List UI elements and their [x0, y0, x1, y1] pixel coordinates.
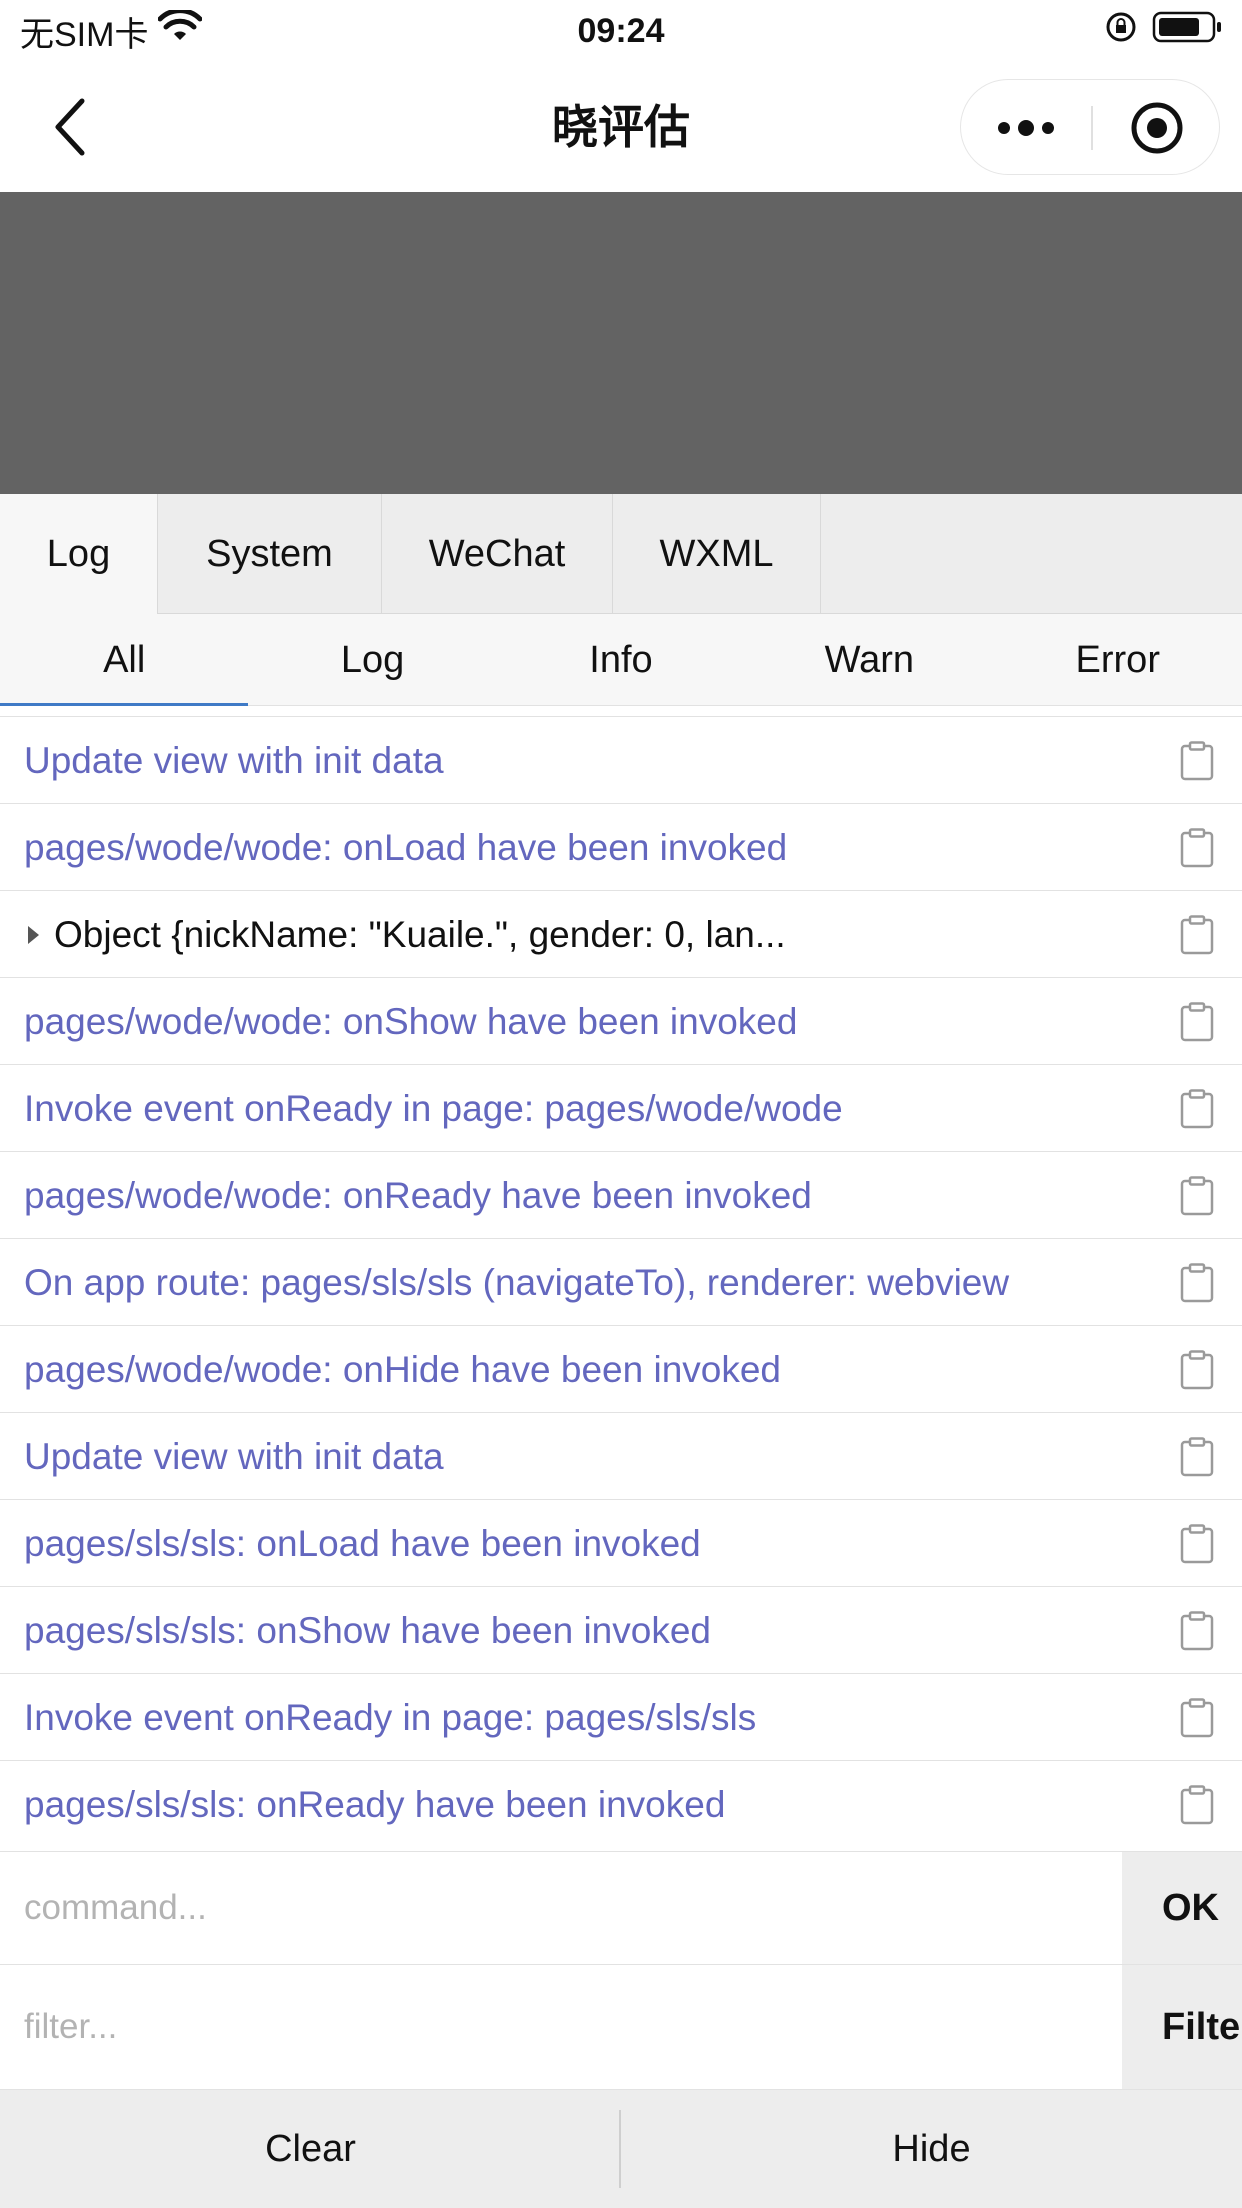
clipboard-icon[interactable]: [1180, 1698, 1214, 1738]
back-button[interactable]: [40, 97, 100, 157]
log-text: pages/sls/sls: onReady have been invoked: [24, 1784, 726, 1825]
status-bar: 无SIM卡 09:24: [0, 0, 1242, 62]
log-level-tabs: All Log Info Warn Error: [0, 614, 1242, 706]
log-text: Invoke event onReady in page: pages/sls/…: [24, 1697, 757, 1738]
log-text: pages/wode/wode: onReady have been invok…: [24, 1175, 812, 1216]
log-list[interactable]: Update view with init data pages/wode/wo…: [0, 716, 1242, 1846]
more-dots-icon: [998, 120, 1054, 136]
log-row: pages/sls/sls: onLoad have been invoked: [0, 1500, 1242, 1587]
log-text: pages/wode/wode: onShow have been invoke…: [24, 1001, 798, 1042]
clipboard-icon[interactable]: [1180, 741, 1214, 781]
ok-button[interactable]: OK: [1122, 1852, 1242, 1964]
log-row: Invoke event onReady in page: pages/wode…: [0, 1065, 1242, 1152]
bottom-bar: Clear Hide: [0, 2090, 1242, 2208]
clear-button[interactable]: Clear: [0, 2090, 621, 2208]
page-content-area: [0, 192, 1242, 494]
status-right: [1104, 10, 1224, 52]
filter-tab-log[interactable]: Log: [248, 614, 496, 706]
more-button[interactable]: [961, 80, 1091, 176]
log-text: Update view with init data: [24, 740, 444, 781]
log-row: pages/sls/sls: onShow have been invoked: [0, 1587, 1242, 1674]
target-icon: [1131, 102, 1182, 154]
log-row: Update view with init data: [0, 1413, 1242, 1500]
vconsole-tabs: Log System WeChat WXML: [0, 494, 1242, 614]
log-text: Object {nickName: "Kuaile.", gender: 0, …: [54, 914, 786, 955]
log-row: pages/wode/wode: onShow have been invoke…: [0, 978, 1242, 1065]
log-row: pages/wode/wode: onLoad have been invoke…: [0, 804, 1242, 891]
capsule-menu: [960, 79, 1220, 175]
clipboard-icon[interactable]: [1180, 915, 1214, 955]
tab-system[interactable]: System: [158, 494, 382, 614]
log-row: Invoke event onReady in page: pages/sls/…: [0, 1674, 1242, 1761]
command-input[interactable]: [0, 1852, 1122, 1964]
log-row: pages/sls/sls: onReady have been invoked: [0, 1761, 1242, 1846]
hide-button[interactable]: Hide: [621, 2090, 1242, 2208]
filter-button[interactable]: Filter: [1122, 1965, 1242, 2089]
log-text: pages/sls/sls: onShow have been invoked: [24, 1610, 711, 1651]
clipboard-icon[interactable]: [1180, 1785, 1214, 1825]
log-text: Update view with init data: [24, 1436, 444, 1477]
log-row: pages/wode/wode: onReady have been invok…: [0, 1152, 1242, 1239]
rotation-lock-icon: [1104, 10, 1138, 53]
clipboard-icon[interactable]: [1180, 1089, 1214, 1129]
clipboard-icon[interactable]: [1180, 1350, 1214, 1390]
log-row-object[interactable]: Object {nickName: "Kuaile.", gender: 0, …: [0, 891, 1242, 978]
filter-tab-error[interactable]: Error: [994, 614, 1242, 706]
clipboard-icon[interactable]: [1180, 1524, 1214, 1564]
command-row: OK: [0, 1851, 1242, 1965]
log-row: On app route: pages/sls/sls (navigateTo)…: [0, 1239, 1242, 1326]
clipboard-icon[interactable]: [1180, 1263, 1214, 1303]
clipboard-icon[interactable]: [1180, 828, 1214, 868]
log-text: pages/sls/sls: onLoad have been invoked: [24, 1523, 701, 1564]
tab-wxml[interactable]: WXML: [613, 494, 821, 614]
expand-caret-icon[interactable]: [28, 926, 39, 944]
tab-log[interactable]: Log: [0, 494, 158, 614]
clipboard-icon[interactable]: [1180, 1176, 1214, 1216]
filter-row: Filter: [0, 1965, 1242, 2090]
nav-bar: 晓评估: [0, 62, 1242, 192]
filter-tab-all[interactable]: All: [0, 614, 249, 706]
log-text: pages/wode/wode: onHide have been invoke…: [24, 1349, 782, 1390]
filter-tab-warn[interactable]: Warn: [745, 614, 993, 706]
close-miniprogram-button[interactable]: [1092, 80, 1221, 176]
log-row: Update view with init data: [0, 717, 1242, 804]
log-text: On app route: pages/sls/sls (navigateTo)…: [24, 1262, 1010, 1303]
clipboard-icon[interactable]: [1180, 1002, 1214, 1042]
chevron-left-icon: [55, 98, 85, 156]
bottom-divider: [619, 2110, 621, 2188]
log-text: Invoke event onReady in page: pages/wode…: [24, 1088, 843, 1129]
log-row: pages/wode/wode: onHide have been invoke…: [0, 1326, 1242, 1413]
log-text: pages/wode/wode: onLoad have been invoke…: [24, 827, 788, 868]
status-time: 09:24: [577, 12, 665, 50]
battery-icon: [1152, 9, 1224, 54]
tab-wechat[interactable]: WeChat: [382, 494, 613, 614]
filter-tab-info[interactable]: Info: [497, 614, 745, 706]
clipboard-icon[interactable]: [1180, 1437, 1214, 1477]
filter-input[interactable]: [0, 1965, 1122, 2089]
clipboard-icon[interactable]: [1180, 1611, 1214, 1651]
